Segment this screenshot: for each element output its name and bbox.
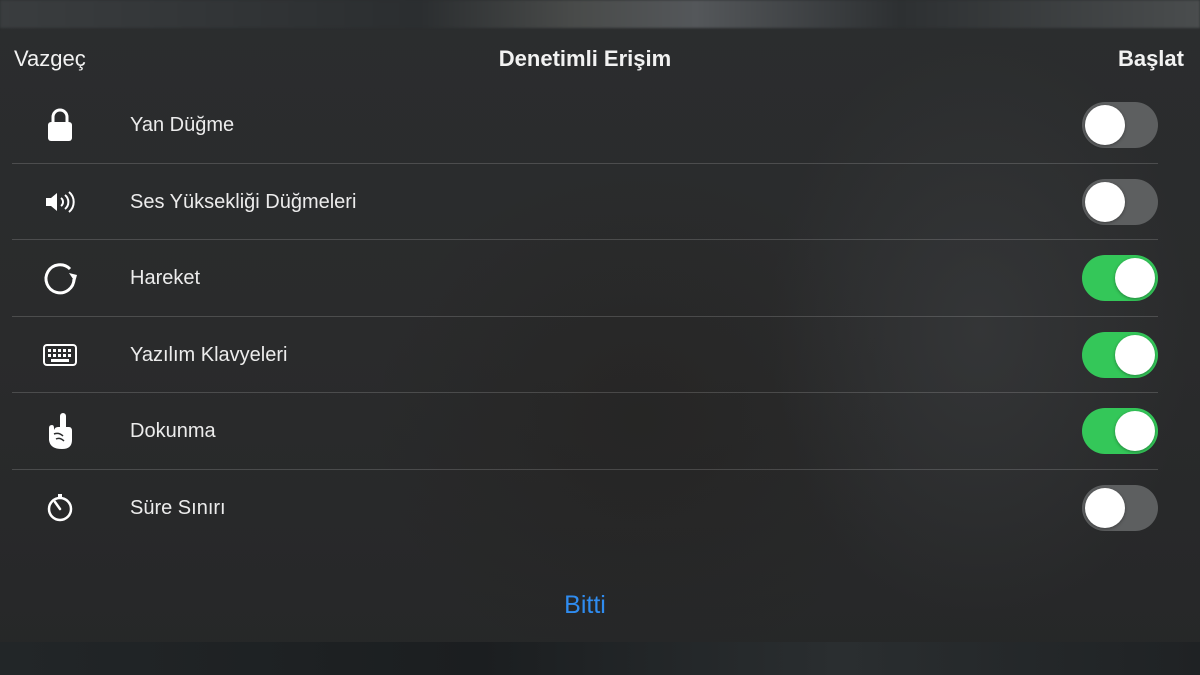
blurred-top-strip: [0, 0, 1200, 28]
volume-buttons-toggle[interactable]: [1082, 178, 1158, 225]
keyboards-toggle[interactable]: [1082, 331, 1158, 378]
option-row-motion: Hareket: [0, 240, 1200, 317]
option-row-side-button: Yan Düğme: [0, 87, 1200, 164]
start-button[interactable]: Başlat: [1118, 46, 1184, 72]
option-row-volume-buttons: Ses Yüksekliği Düğmeleri: [0, 164, 1200, 241]
toggle-knob: [1085, 105, 1125, 145]
toggle-knob: [1115, 411, 1155, 452]
option-row-touch: Dokunma: [0, 393, 1200, 470]
volume-icon: [41, 183, 79, 221]
option-row-time-limit: Süre Sınırı: [0, 470, 1200, 547]
header-bar: Vazgeç Denetimli Erişim Başlat: [0, 28, 1200, 71]
options-list: Yan Düğme Ses Yüksekliği Düğmeleri Harek…: [0, 87, 1200, 547]
toggle-knob: [1115, 334, 1155, 375]
touch-hand-icon: [41, 412, 79, 450]
option-label: Ses Yüksekliği Düğmeleri: [130, 190, 357, 213]
option-label: Süre Sınırı: [130, 496, 226, 519]
option-label: Yazılım Klavyeleri: [130, 343, 288, 366]
toggle-knob: [1085, 181, 1125, 222]
rotate-icon: [41, 259, 79, 297]
option-label: Hareket: [130, 267, 201, 290]
touch-toggle[interactable]: [1082, 408, 1158, 455]
option-row-keyboards: Yazılım Klavyeleri: [0, 317, 1200, 394]
blurred-bottom-strip: [0, 642, 1200, 675]
option-label: Dokunma: [130, 420, 216, 443]
keyboard-icon: [41, 336, 79, 374]
done-button[interactable]: Bitti: [0, 590, 1170, 620]
time-limit-toggle[interactable]: [1082, 484, 1158, 531]
motion-toggle[interactable]: [1082, 255, 1158, 302]
page-title: Denetimli Erişim: [498, 46, 672, 71]
timer-icon: [41, 489, 79, 527]
lock-icon: [41, 106, 79, 144]
side-button-toggle[interactable]: [1082, 102, 1158, 148]
toggle-knob: [1085, 487, 1125, 528]
option-label: Yan Düğme: [130, 114, 235, 136]
guided-access-screen: Vazgeç Denetimli Erişim Başlat Yan Düğme: [0, 0, 1200, 675]
toggle-knob: [1115, 258, 1155, 299]
